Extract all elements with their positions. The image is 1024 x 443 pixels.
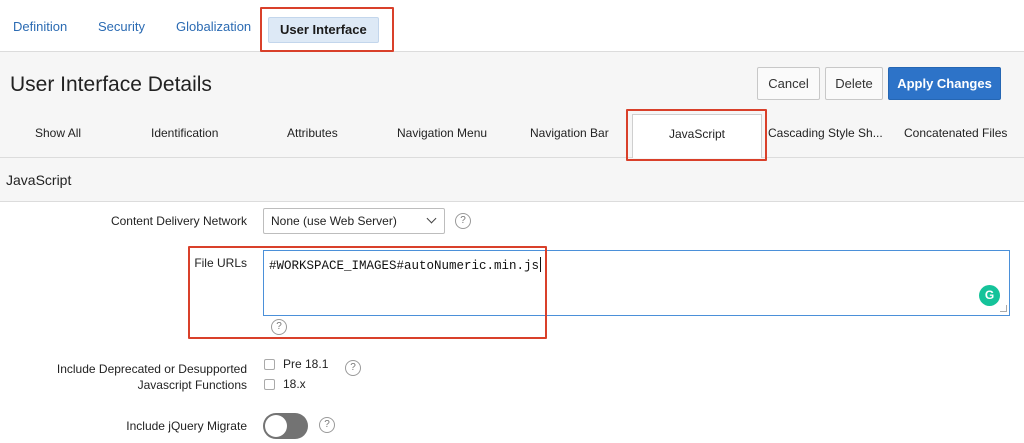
cancel-button[interactable]: Cancel [757, 67, 820, 100]
chevron-down-icon [426, 213, 437, 224]
deprecated-help-icon[interactable]: ? [345, 360, 361, 376]
cdn-select[interactable]: None (use Web Server) [263, 208, 445, 234]
resize-handle-icon[interactable] [1000, 305, 1007, 312]
top-tab-bar: Definition Security Globalization User I… [0, 0, 1024, 52]
jquery-migrate-help-icon[interactable]: ? [319, 417, 335, 433]
tab-security[interactable]: Security [98, 19, 145, 34]
grammarly-icon[interactable]: G [979, 285, 1000, 306]
highlight-javascript-tab [626, 109, 767, 161]
pre-18-1-label: Pre 18.1 [283, 357, 329, 371]
subtab-show-all[interactable]: Show All [35, 126, 81, 140]
apply-changes-button[interactable]: Apply Changes [888, 67, 1001, 100]
page-header: User Interface Details Cancel Delete App… [0, 52, 1024, 160]
18x-label: 18.x [283, 377, 306, 391]
jquery-migrate-label: Include jQuery Migrate [126, 419, 247, 433]
subtab-concatenated-files[interactable]: Concatenated Files [904, 126, 1007, 140]
deprecated-label-line2: Javascript Functions [137, 378, 247, 392]
region-header: JavaScript [0, 158, 1024, 202]
region-title: JavaScript [6, 172, 72, 188]
toggle-knob [265, 415, 287, 437]
deprecated-label-line1: Include Deprecated or Desupported [56, 362, 247, 376]
subtab-navigation-bar[interactable]: Navigation Bar [530, 126, 609, 140]
18x-checkbox[interactable] [264, 379, 275, 390]
highlight-file-urls [188, 246, 547, 339]
subtab-cascading-style-sheets[interactable]: Cascading Style Sh... [768, 126, 883, 140]
pre-18-1-checkbox[interactable] [264, 359, 275, 370]
tab-globalization[interactable]: Globalization [176, 19, 251, 34]
delete-button[interactable]: Delete [825, 67, 883, 100]
cdn-help-icon[interactable]: ? [455, 213, 471, 229]
subtab-navigation-menu[interactable]: Navigation Menu [397, 126, 487, 140]
subtab-attributes[interactable]: Attributes [287, 126, 338, 140]
cdn-select-value: None (use Web Server) [271, 214, 397, 228]
jquery-migrate-toggle[interactable] [263, 413, 308, 439]
tab-definition[interactable]: Definition [13, 19, 67, 34]
page-title: User Interface Details [10, 73, 212, 96]
cdn-label: Content Delivery Network [110, 214, 247, 228]
highlight-user-interface-tab [260, 7, 394, 52]
subtab-identification[interactable]: Identification [151, 126, 218, 140]
